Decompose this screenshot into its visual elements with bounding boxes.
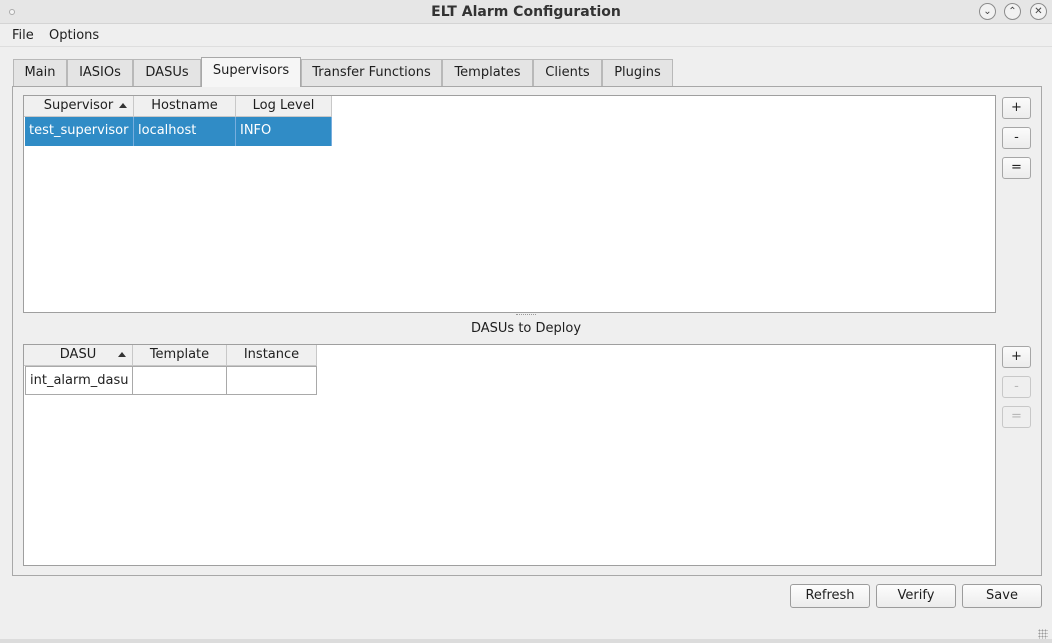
- save-button[interactable]: Save: [962, 584, 1042, 608]
- menu-bar: File Options: [0, 25, 1052, 47]
- refresh-button[interactable]: Refresh: [790, 584, 870, 608]
- title-bar: ELT Alarm Configuration ⌄ ⌃ ✕: [0, 0, 1052, 24]
- window-bottom-edge: [0, 639, 1052, 643]
- close-icon: ✕: [1034, 6, 1043, 17]
- tab-transfer-functions[interactable]: Transfer Functions: [301, 59, 442, 86]
- window-title: ELT Alarm Configuration: [431, 4, 621, 20]
- tab-label: Clients: [545, 65, 590, 80]
- dasus-table[interactable]: DASU Template Instance int_alarm_dasu: [23, 344, 996, 566]
- tab-clients[interactable]: Clients: [533, 59, 602, 86]
- maximize-button[interactable]: ⌃: [1004, 3, 1021, 20]
- add-supervisor-button[interactable]: +: [1002, 97, 1031, 119]
- verify-button[interactable]: Verify: [876, 584, 956, 608]
- tab-label: DASUs: [145, 65, 189, 80]
- chevron-up-icon: ⌃: [1008, 6, 1017, 17]
- close-button[interactable]: ✕: [1030, 3, 1047, 20]
- column-header-dasu[interactable]: DASU: [24, 345, 133, 366]
- remove-supervisor-button[interactable]: -: [1002, 127, 1031, 149]
- column-header-template[interactable]: Template: [133, 345, 227, 366]
- tab-supervisors[interactable]: Supervisors: [201, 57, 301, 87]
- tab-label: Main: [24, 65, 56, 80]
- tab-label: IASIOs: [79, 65, 121, 80]
- splitter-handle[interactable]: [516, 314, 536, 316]
- column-header-label: Instance: [243, 347, 300, 362]
- menu-file-label: File: [12, 28, 34, 43]
- cell-template[interactable]: [133, 366, 227, 395]
- column-header-hostname[interactable]: Hostname: [134, 96, 236, 117]
- column-header-label: Log Level: [252, 98, 315, 113]
- tab-label: Transfer Functions: [312, 65, 431, 80]
- edit-dasu-button[interactable]: =: [1002, 406, 1031, 428]
- menu-file[interactable]: File: [12, 28, 34, 43]
- column-header-supervisor[interactable]: Supervisor: [24, 96, 134, 117]
- dasus-to-deploy-label: DASUs to Deploy: [470, 321, 582, 336]
- chevron-down-icon: ⌄: [983, 6, 992, 17]
- edit-supervisor-button[interactable]: =: [1002, 157, 1031, 179]
- column-header-label: Supervisor: [43, 98, 114, 113]
- cell-log-level[interactable]: INFO: [236, 117, 332, 146]
- minimize-button[interactable]: ⌄: [979, 3, 996, 20]
- tab-label: Plugins: [614, 65, 661, 80]
- column-header-label: Template: [149, 347, 210, 362]
- sort-ascending-icon: [118, 352, 126, 357]
- cell-instance[interactable]: [227, 366, 317, 395]
- tab-dasus[interactable]: DASUs: [133, 59, 201, 86]
- cell-supervisor[interactable]: test_supervisor: [25, 117, 134, 146]
- sort-ascending-icon: [119, 103, 127, 108]
- resize-grip-icon[interactable]: [1038, 629, 1048, 639]
- remove-dasu-button[interactable]: -: [1002, 376, 1031, 398]
- menu-options-label: Options: [49, 28, 100, 43]
- tab-iasios[interactable]: IASIOs: [67, 59, 133, 86]
- cell-hostname[interactable]: localhost: [134, 117, 236, 146]
- tab-plugins[interactable]: Plugins: [602, 59, 673, 86]
- supervisors-table[interactable]: Supervisor Hostname Log Level test_super…: [23, 95, 996, 313]
- column-header-instance[interactable]: Instance: [227, 345, 317, 366]
- cell-dasu[interactable]: int_alarm_dasu: [25, 366, 133, 395]
- menu-options[interactable]: Options: [49, 28, 99, 43]
- column-header-label: DASU: [59, 347, 97, 362]
- column-header-label: Hostname: [151, 98, 218, 113]
- tab-label: Supervisors: [212, 63, 290, 78]
- column-header-log-level[interactable]: Log Level: [236, 96, 332, 117]
- tab-templates[interactable]: Templates: [442, 59, 533, 86]
- tab-label: Templates: [454, 65, 521, 80]
- add-dasu-button[interactable]: +: [1002, 346, 1031, 368]
- tab-main[interactable]: Main: [13, 59, 67, 86]
